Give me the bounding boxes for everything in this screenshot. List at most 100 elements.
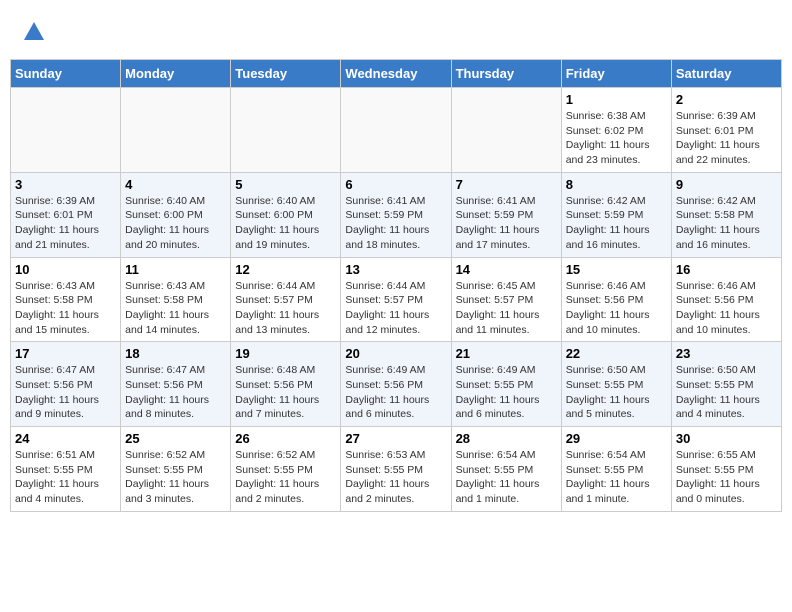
calendar-week-row: 3 Sunrise: 6:39 AM Sunset: 6:01 PM Daylig… (11, 172, 782, 257)
calendar-cell: 20Sunrise: 6:49 AM Sunset: 5:56 PM Dayli… (341, 342, 451, 427)
weekday-header: Saturday (671, 60, 781, 88)
weekday-header: Tuesday (231, 60, 341, 88)
logo-text (20, 20, 46, 49)
calendar-cell (341, 88, 451, 173)
calendar-cell: 11Sunrise: 6:43 AM Sunset: 5:58 PM Dayli… (121, 257, 231, 342)
day-number: 23 (676, 346, 777, 361)
day-info: Sunrise: 6:40 AM Sunset: 6:00 PM Dayligh… (125, 194, 226, 253)
day-number: 7 (456, 177, 557, 192)
calendar-cell: 3 Sunrise: 6:39 AM Sunset: 6:01 PM Daylig… (11, 172, 121, 257)
calendar-cell: 19 Sunrise: 6:48 AM Sunset: 5:56 PM Dayli… (231, 342, 341, 427)
calendar-cell: 25 Sunrise: 6:52 AM Sunset: 5:55 PM Dayli… (121, 427, 231, 512)
day-info: Sunrise: 6:49 AM Sunset: 5:55 PM Dayligh… (456, 363, 557, 422)
day-info: Sunrise: 6:50 AM Sunset: 5:55 PM Dayligh… (676, 363, 777, 422)
calendar-cell: 9 Sunrise: 6:42 AM Sunset: 5:58 PM Daylig… (671, 172, 781, 257)
day-number: 21 (456, 346, 557, 361)
day-info: Sunrise: 6:46 AM Sunset: 5:56 PM Dayligh… (566, 279, 667, 338)
calendar-cell (11, 88, 121, 173)
calendar-cell: 4 Sunrise: 6:40 AM Sunset: 6:00 PM Daylig… (121, 172, 231, 257)
day-info: Sunrise: 6:44 AM Sunset: 5:57 PM Dayligh… (345, 279, 446, 338)
day-info: Sunrise: 6:51 AM Sunset: 5:55 PM Dayligh… (15, 448, 116, 507)
logo-icon (22, 20, 46, 44)
day-number: 18 (125, 346, 226, 361)
day-info: Sunrise: 6:42 AM Sunset: 5:59 PM Dayligh… (566, 194, 667, 253)
calendar-cell (121, 88, 231, 173)
calendar-table: SundayMondayTuesdayWednesdayThursdayFrid… (10, 59, 782, 512)
calendar-cell: 14 Sunrise: 6:45 AM Sunset: 5:57 PM Dayli… (451, 257, 561, 342)
day-info: Sunrise: 6:46 AM Sunset: 5:56 PM Dayligh… (676, 279, 777, 338)
day-number: 30 (676, 431, 777, 446)
day-number: 25 (125, 431, 226, 446)
day-info: Sunrise: 6:41 AM Sunset: 5:59 PM Dayligh… (345, 194, 446, 253)
day-info: Sunrise: 6:48 AM Sunset: 5:56 PM Dayligh… (235, 363, 336, 422)
day-number: 27 (345, 431, 446, 446)
day-info: Sunrise: 6:52 AM Sunset: 5:55 PM Dayligh… (125, 448, 226, 507)
calendar-cell: 6 Sunrise: 6:41 AM Sunset: 5:59 PM Daylig… (341, 172, 451, 257)
calendar-header-row: SundayMondayTuesdayWednesdayThursdayFrid… (11, 60, 782, 88)
day-number: 19 (235, 346, 336, 361)
day-number: 16 (676, 262, 777, 277)
calendar-cell: 15 Sunrise: 6:46 AM Sunset: 5:56 PM Dayli… (561, 257, 671, 342)
logo (20, 20, 46, 49)
day-info: Sunrise: 6:53 AM Sunset: 5:55 PM Dayligh… (345, 448, 446, 507)
calendar-week-row: 17 Sunrise: 6:47 AM Sunset: 5:56 PM Dayli… (11, 342, 782, 427)
day-number: 15 (566, 262, 667, 277)
weekday-header: Monday (121, 60, 231, 88)
day-info: Sunrise: 6:45 AM Sunset: 5:57 PM Dayligh… (456, 279, 557, 338)
calendar-cell (451, 88, 561, 173)
day-number: 9 (676, 177, 777, 192)
day-info: Sunrise: 6:40 AM Sunset: 6:00 PM Dayligh… (235, 194, 336, 253)
calendar-cell: 29Sunrise: 6:54 AM Sunset: 5:55 PM Dayli… (561, 427, 671, 512)
day-number: 3 (15, 177, 116, 192)
day-number: 8 (566, 177, 667, 192)
day-info: Sunrise: 6:42 AM Sunset: 5:58 PM Dayligh… (676, 194, 777, 253)
day-info: Sunrise: 6:55 AM Sunset: 5:55 PM Dayligh… (676, 448, 777, 507)
day-number: 5 (235, 177, 336, 192)
day-info: Sunrise: 6:47 AM Sunset: 5:56 PM Dayligh… (15, 363, 116, 422)
day-number: 6 (345, 177, 446, 192)
day-number: 4 (125, 177, 226, 192)
calendar-week-row: 10 Sunrise: 6:43 AM Sunset: 5:58 PM Dayli… (11, 257, 782, 342)
weekday-header: Wednesday (341, 60, 451, 88)
day-number: 11 (125, 262, 226, 277)
day-info: Sunrise: 6:54 AM Sunset: 5:55 PM Dayligh… (456, 448, 557, 507)
day-info: Sunrise: 6:52 AM Sunset: 5:55 PM Dayligh… (235, 448, 336, 507)
calendar-cell: 18 Sunrise: 6:47 AM Sunset: 5:56 PM Dayli… (121, 342, 231, 427)
day-number: 20 (345, 346, 446, 361)
calendar-cell: 27 Sunrise: 6:53 AM Sunset: 5:55 PM Dayli… (341, 427, 451, 512)
calendar-cell: 30 Sunrise: 6:55 AM Sunset: 5:55 PM Dayli… (671, 427, 781, 512)
calendar-cell: 16 Sunrise: 6:46 AM Sunset: 5:56 PM Dayli… (671, 257, 781, 342)
day-info: Sunrise: 6:39 AM Sunset: 6:01 PM Dayligh… (15, 194, 116, 253)
day-number: 17 (15, 346, 116, 361)
weekday-header: Sunday (11, 60, 121, 88)
page-header (10, 10, 782, 54)
calendar-week-row: 1Sunrise: 6:38 AM Sunset: 6:02 PM Daylig… (11, 88, 782, 173)
calendar-cell: 23 Sunrise: 6:50 AM Sunset: 5:55 PM Dayli… (671, 342, 781, 427)
day-number: 13 (345, 262, 446, 277)
day-number: 12 (235, 262, 336, 277)
calendar-cell: 17 Sunrise: 6:47 AM Sunset: 5:56 PM Dayli… (11, 342, 121, 427)
calendar-week-row: 24 Sunrise: 6:51 AM Sunset: 5:55 PM Dayli… (11, 427, 782, 512)
day-number: 29 (566, 431, 667, 446)
day-info: Sunrise: 6:43 AM Sunset: 5:58 PM Dayligh… (15, 279, 116, 338)
day-info: Sunrise: 6:47 AM Sunset: 5:56 PM Dayligh… (125, 363, 226, 422)
calendar-cell: 7 Sunrise: 6:41 AM Sunset: 5:59 PM Daylig… (451, 172, 561, 257)
day-number: 14 (456, 262, 557, 277)
calendar-cell: 1Sunrise: 6:38 AM Sunset: 6:02 PM Daylig… (561, 88, 671, 173)
calendar-body: 1Sunrise: 6:38 AM Sunset: 6:02 PM Daylig… (11, 88, 782, 512)
day-number: 2 (676, 92, 777, 107)
day-number: 24 (15, 431, 116, 446)
weekday-header: Thursday (451, 60, 561, 88)
calendar-cell: 28Sunrise: 6:54 AM Sunset: 5:55 PM Dayli… (451, 427, 561, 512)
calendar-cell: 22Sunrise: 6:50 AM Sunset: 5:55 PM Dayli… (561, 342, 671, 427)
calendar-cell: 5 Sunrise: 6:40 AM Sunset: 6:00 PM Daylig… (231, 172, 341, 257)
calendar-cell: 13 Sunrise: 6:44 AM Sunset: 5:57 PM Dayli… (341, 257, 451, 342)
day-info: Sunrise: 6:44 AM Sunset: 5:57 PM Dayligh… (235, 279, 336, 338)
day-info: Sunrise: 6:41 AM Sunset: 5:59 PM Dayligh… (456, 194, 557, 253)
calendar-cell (231, 88, 341, 173)
day-number: 10 (15, 262, 116, 277)
day-info: Sunrise: 6:50 AM Sunset: 5:55 PM Dayligh… (566, 363, 667, 422)
calendar-cell: 24 Sunrise: 6:51 AM Sunset: 5:55 PM Dayli… (11, 427, 121, 512)
calendar-cell: 2Sunrise: 6:39 AM Sunset: 6:01 PM Daylig… (671, 88, 781, 173)
weekday-header: Friday (561, 60, 671, 88)
